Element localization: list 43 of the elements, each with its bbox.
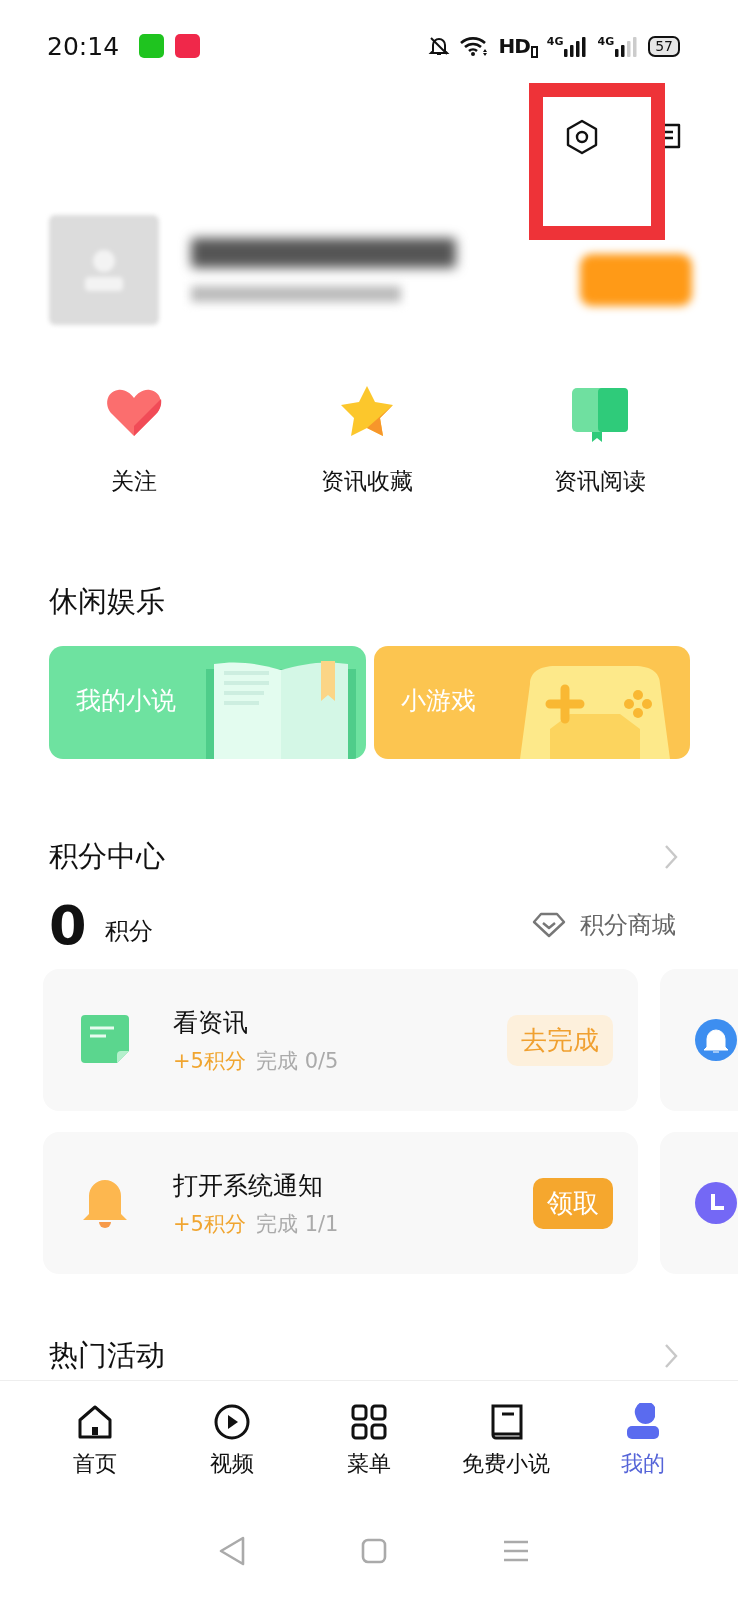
task-reward: +5积分 (173, 1210, 246, 1238)
home-icon[interactable] (361, 1537, 387, 1564)
points-mall-link[interactable]: 积分商城 (532, 909, 676, 941)
hd-indicator-icon (530, 46, 538, 58)
blurred-button[interactable] (580, 254, 692, 306)
grid-icon (350, 1403, 388, 1441)
network-label: 4G (597, 35, 615, 48)
back-icon[interactable] (217, 1534, 246, 1567)
settings-icon[interactable] (565, 119, 599, 155)
nav-tab[interactable]: 视频 (163, 1403, 301, 1501)
nav-tab[interactable]: 菜单 (300, 1403, 438, 1501)
quick-action[interactable]: 资讯阅读 (483, 382, 716, 532)
task-title: 看资讯 (173, 1006, 249, 1039)
note-icon (81, 1015, 129, 1065)
nav-tab[interactable]: 免费小说 (437, 1403, 575, 1501)
nav-tab[interactable]: 首页 (26, 1403, 164, 1501)
bell-icon (81, 1178, 129, 1228)
task-reward: +5积分 (173, 1047, 246, 1075)
app-icon (175, 34, 201, 58)
diamond-icon (532, 912, 566, 938)
signal-icon (564, 35, 589, 57)
chevron-right-icon[interactable] (664, 844, 678, 870)
quick-action[interactable]: 资讯收藏 (250, 382, 484, 532)
network-label: 4G (546, 35, 564, 48)
avatar[interactable] (49, 215, 159, 325)
app-icon (139, 34, 165, 58)
muted-bell-icon (428, 35, 451, 57)
points-unit: 积分 (104, 916, 153, 947)
section-title: 积分中心 (49, 838, 165, 875)
battery-level: 57 (648, 35, 680, 57)
section-title: 热门活动 (49, 1337, 165, 1374)
chevron-right-icon[interactable] (664, 1343, 678, 1369)
play-icon (212, 1403, 251, 1441)
section-title: 休闲娱乐 (49, 583, 165, 620)
signal-icon (615, 35, 640, 57)
wifi-icon (459, 35, 490, 57)
menu-icon[interactable] (502, 1538, 531, 1563)
quick-action[interactable]: 关注 (18, 382, 251, 532)
nav-tab[interactable]: 我的 (574, 1403, 712, 1501)
points-value: 0 (49, 893, 87, 957)
hd-label: HD (498, 34, 530, 58)
task-title: 打开系统通知 (173, 1169, 324, 1202)
clock-time: 20:14 (47, 31, 120, 61)
